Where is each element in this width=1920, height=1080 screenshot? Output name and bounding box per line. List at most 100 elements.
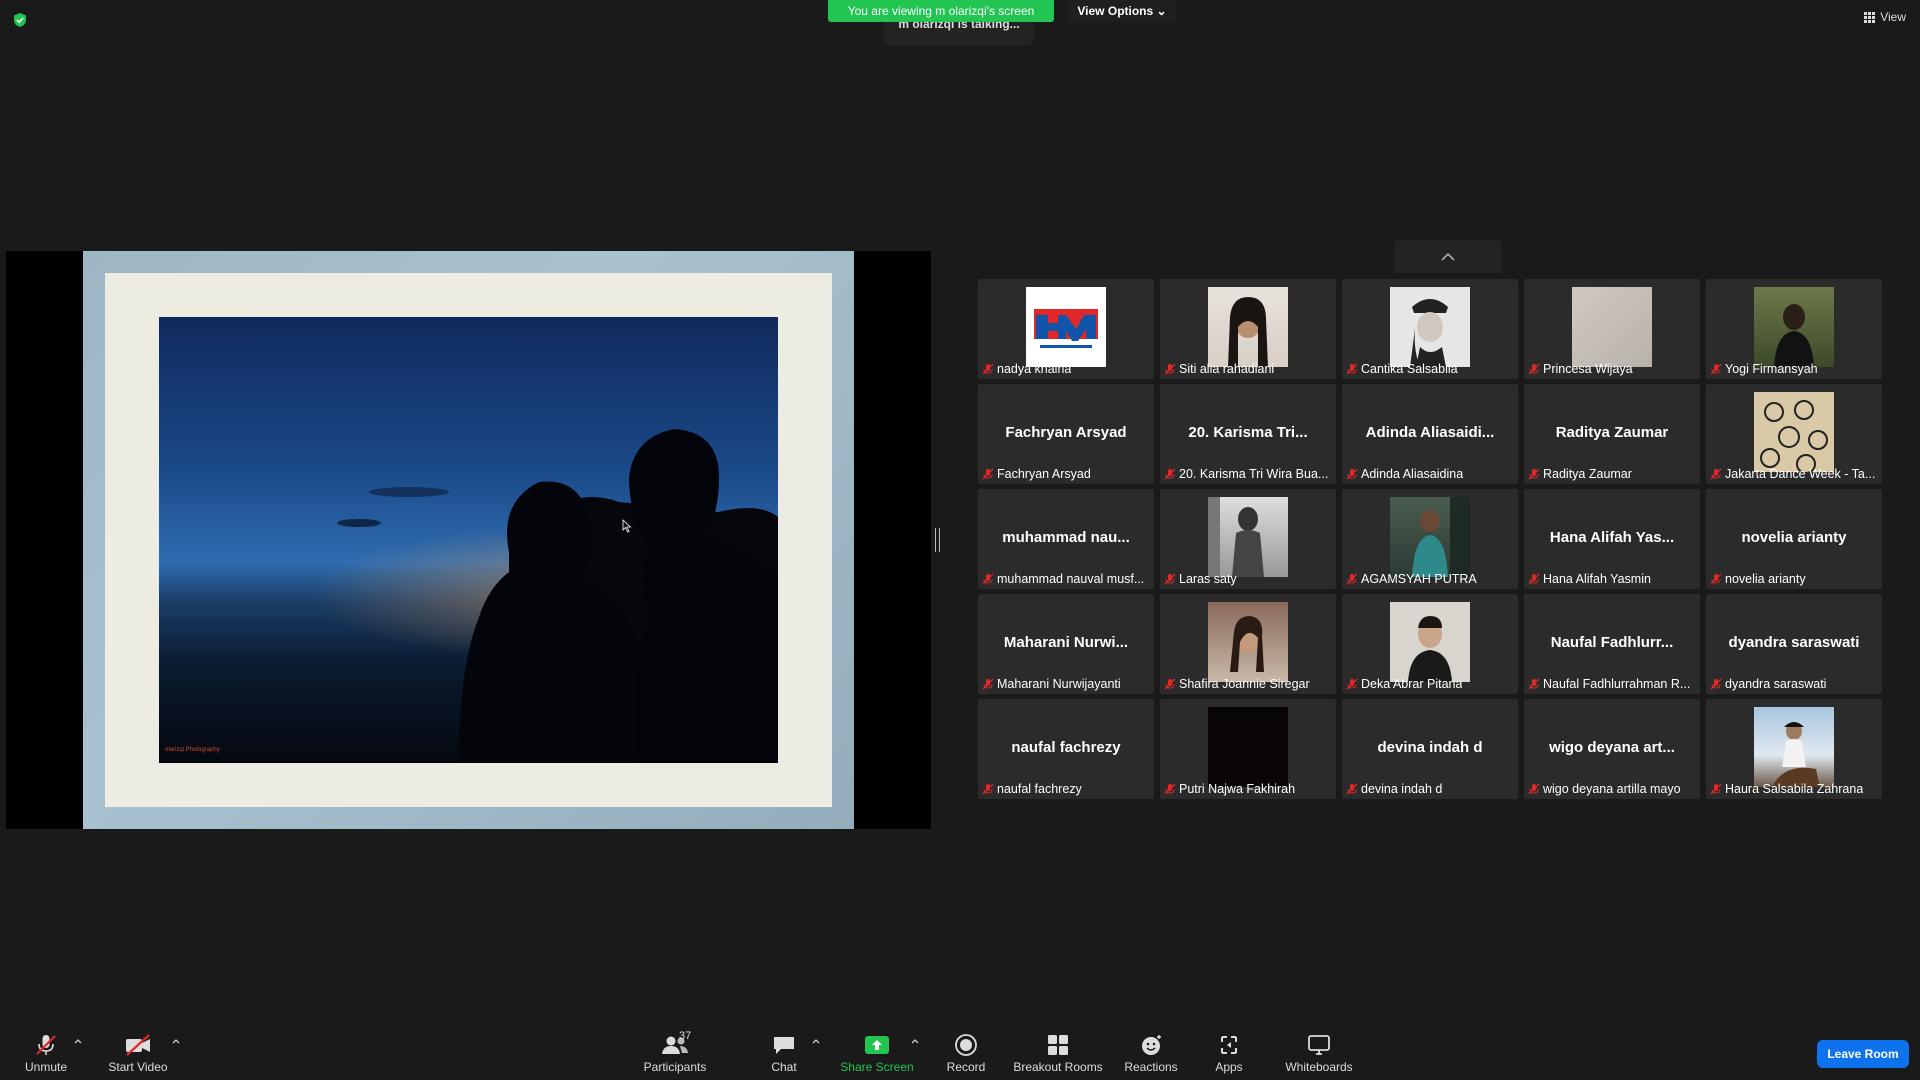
view-button[interactable]: View: [1864, 10, 1906, 24]
participant-tile[interactable]: Princesa Wijaya: [1524, 279, 1700, 379]
whiteboards-button[interactable]: Whiteboards: [1284, 1032, 1354, 1078]
mic-muted-icon: [1710, 363, 1722, 375]
participant-name-row: Princesa Wijaya: [1528, 361, 1698, 377]
participant-tile[interactable]: Fachryan Arsyad Fachryan Arsyad: [978, 384, 1154, 484]
breakout-rooms-label: Breakout Rooms: [1013, 1060, 1103, 1074]
participant-name-row: Putri Najwa Fakhirah: [1164, 781, 1334, 797]
shared-screen[interactable]: olarizqi Photography: [6, 251, 931, 829]
participant-name: novelia arianty: [1725, 572, 1806, 586]
participant-name: devina indah d: [1361, 782, 1443, 796]
person-photo: [1230, 616, 1264, 672]
apps-label: Apps: [1215, 1060, 1243, 1074]
participant-name-row: naufal fachrezy: [982, 781, 1152, 797]
chat-button[interactable]: Chat: [766, 1032, 802, 1078]
share-options-caret-icon[interactable]: [910, 1036, 920, 1046]
participant-name-row: nadya khairia: [982, 361, 1152, 377]
participant-tile[interactable]: Yogi Firmansyah: [1706, 279, 1882, 379]
participant-tile[interactable]: wigo deyana art... wigo deyana artilla m…: [1524, 699, 1700, 799]
participant-name: Maharani Nurwijayanti: [997, 677, 1121, 691]
person-photo: [1412, 497, 1470, 577]
participant-name: Princesa Wijaya: [1543, 362, 1633, 376]
participant-name-row: Haura Salsabila Zahrana: [1710, 781, 1880, 797]
participant-tile[interactable]: Maharani Nurwi... Maharani Nurwijayanti: [978, 594, 1154, 694]
start-video-label: Start Video: [108, 1060, 168, 1074]
participant-tile[interactable]: Cantika Salsabila: [1342, 279, 1518, 379]
person-photo: [1208, 497, 1264, 577]
participant-name: Putri Najwa Fakhirah: [1179, 782, 1296, 796]
participant-tile[interactable]: Jakarta Dance Week - Ta...: [1706, 384, 1882, 484]
person-photo: [1410, 299, 1448, 367]
participant-tile[interactable]: Haura Salsabila Zahrana: [1706, 699, 1882, 799]
participant-tile-label: Fachryan Arsyad: [1005, 424, 1127, 441]
person-photo: [1774, 304, 1814, 367]
panel-splitter-handle[interactable]: [935, 528, 940, 552]
participant-name-row: Hana Alifah Yasmin: [1528, 571, 1698, 587]
unmute-button[interactable]: Unmute: [20, 1032, 72, 1078]
participant-tile-label: naufal fachrezy: [1011, 739, 1121, 756]
video-off-icon: [126, 1034, 150, 1056]
participant-name: dyandra saraswati: [1725, 677, 1827, 691]
start-video-button[interactable]: Start Video: [104, 1032, 172, 1078]
participant-name-row: dyandra saraswati: [1710, 676, 1880, 692]
participant-name-row: Fachryan Arsyad: [982, 466, 1152, 482]
participant-name-row: Jakarta Dance Week - Ta...: [1710, 466, 1880, 482]
participant-tile[interactable]: novelia arianty novelia arianty: [1706, 489, 1882, 589]
participant-tile[interactable]: Adinda Aliasaidi... Adinda Aliasaidina: [1342, 384, 1518, 484]
mic-muted-icon: [982, 678, 994, 690]
participant-tile[interactable]: dyandra saraswati dyandra saraswati: [1706, 594, 1882, 694]
video-thumbnail: [1754, 392, 1834, 474]
participant-tile[interactable]: muhammad nau... muhammad nauval musf...: [978, 489, 1154, 589]
whiteboard-icon: [1308, 1035, 1330, 1055]
video-options-caret-icon[interactable]: [171, 1036, 181, 1046]
participant-name: Siti alia rahadiani: [1179, 362, 1275, 376]
leave-room-button[interactable]: Leave Room: [1817, 1040, 1909, 1068]
participant-tile[interactable]: Putri Najwa Fakhirah: [1160, 699, 1336, 799]
participant-tile[interactable]: Shafira Joannie Siregar: [1160, 594, 1336, 694]
grid-icon: [1864, 11, 1876, 23]
participant-tile[interactable]: Deka Abrar Pitana: [1342, 594, 1518, 694]
participant-tile-label: Naufal Fadhlurr...: [1550, 634, 1674, 651]
participant-tile[interactable]: naufal fachrezy naufal fachrezy: [978, 699, 1154, 799]
chat-options-caret-icon[interactable]: [811, 1036, 821, 1046]
participant-name: Naufal Fadhlurrahman R...: [1543, 677, 1691, 691]
participant-tile[interactable]: Naufal Fadhlurr... Naufal Fadhlurrahman …: [1524, 594, 1700, 694]
mic-muted-icon: [1164, 678, 1176, 690]
gallery-scroll-up-button[interactable]: [1394, 240, 1502, 273]
chat-label: Chat: [771, 1060, 797, 1074]
view-options-button[interactable]: View Options ⌄: [1068, 0, 1176, 22]
participant-name: Yogi Firmansyah: [1725, 362, 1818, 376]
smiley-icon: [1142, 1035, 1161, 1055]
share-screen-button[interactable]: Share Screen: [840, 1032, 914, 1078]
audio-options-caret-icon[interactable]: [73, 1036, 83, 1046]
participant-tile-label: dyandra saraswati: [1728, 634, 1860, 651]
participant-name: nadya khairia: [997, 362, 1072, 376]
mic-muted-icon: [1346, 678, 1358, 690]
participant-name: Deka Abrar Pitana: [1361, 677, 1463, 691]
participant-tile[interactable]: Raditya Zaumar Raditya Zaumar: [1524, 384, 1700, 484]
illustration-image: [1760, 400, 1828, 474]
participant-name: AGAMSYAH PUTRA: [1361, 572, 1477, 586]
security-shield-icon[interactable]: [12, 12, 28, 28]
participant-tile[interactable]: AGAMSYAH PUTRA: [1342, 489, 1518, 589]
participant-tile[interactable]: Siti alia rahadiani: [1160, 279, 1336, 379]
breakout-rooms-button[interactable]: Breakout Rooms: [1013, 1032, 1103, 1078]
participants-button[interactable]: 37 Participants: [640, 1030, 710, 1078]
participant-tile[interactable]: devina indah d devina indah d: [1342, 699, 1518, 799]
participant-tile-label: devina indah d: [1377, 739, 1483, 756]
participant-tile-label: Adinda Aliasaidi...: [1365, 424, 1495, 441]
participant-tile[interactable]: Laras saty: [1160, 489, 1336, 589]
participant-tile[interactable]: 20. Karisma Tri... 20. Karisma Tri Wira …: [1160, 384, 1336, 484]
participant-tile[interactable]: nadya khairia: [978, 279, 1154, 379]
apps-button[interactable]: Apps: [1213, 1032, 1245, 1078]
video-thumbnail: [1390, 497, 1470, 577]
participant-tile[interactable]: Hana Alifah Yas... Hana Alifah Yasmin: [1524, 489, 1700, 589]
person-photo: [1772, 722, 1820, 787]
reactions-button[interactable]: Reactions: [1123, 1032, 1179, 1078]
participant-name-row: Cantika Salsabila: [1346, 361, 1516, 377]
video-thumbnail: [1754, 707, 1834, 787]
record-button[interactable]: Record: [944, 1032, 988, 1078]
participant-name-row: Deka Abrar Pitana: [1346, 676, 1516, 692]
participant-name: Hana Alifah Yasmin: [1543, 572, 1651, 586]
participant-tile-label: novelia arianty: [1741, 529, 1847, 546]
reactions-label: Reactions: [1124, 1060, 1178, 1074]
